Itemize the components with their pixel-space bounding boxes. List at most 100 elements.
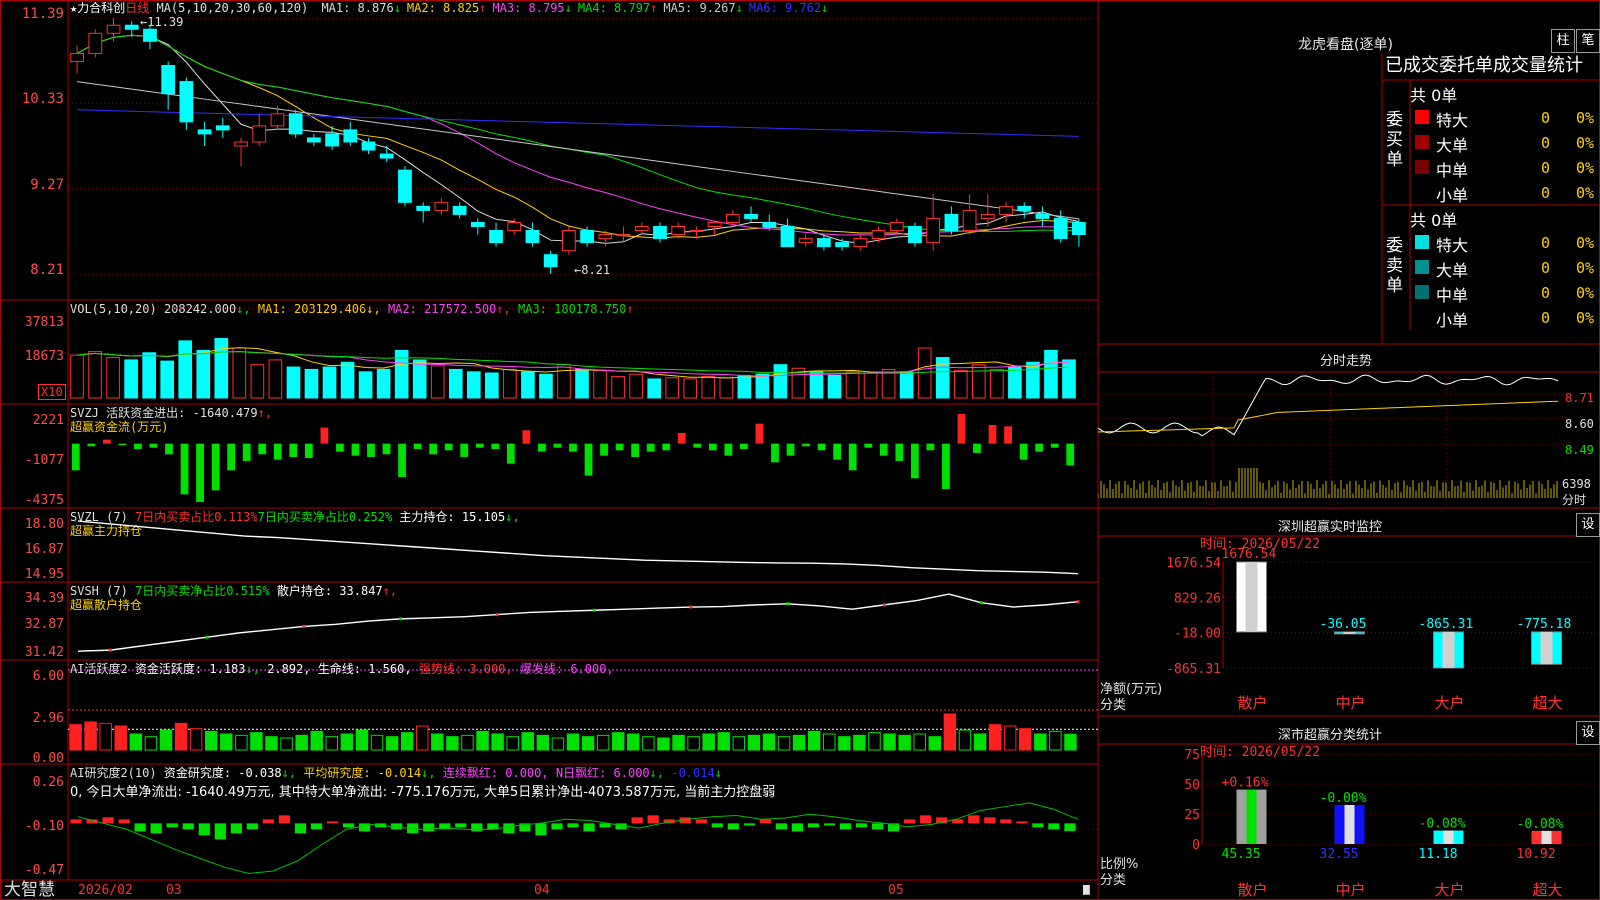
svzj-bar-28 <box>506 443 515 464</box>
lhb-pen-button[interactable]: 笔 <box>1576 29 1600 53</box>
ai-act-bar-50 <box>823 733 836 751</box>
ai-res-bar-2 <box>102 817 114 824</box>
ai-res-bar-53 <box>920 815 932 824</box>
lhb-buy-count-2: 0 <box>1541 159 1551 177</box>
svzj-bar-53 <box>895 443 904 461</box>
vol-bar-28 <box>575 368 589 399</box>
ai-act-tick-1: 2.96 <box>32 711 64 726</box>
ai-res-bar-5 <box>150 823 162 834</box>
svsh-tick-1: 32.87 <box>24 617 64 632</box>
svzj-bar-27 <box>491 443 500 449</box>
ai-research-chart[interactable] <box>68 766 1098 880</box>
sz-mon-bar-shade-3 <box>1540 631 1553 665</box>
ai-res-tick-1: -0.10 <box>24 819 64 834</box>
svsh-dot-25 <box>882 603 886 607</box>
svzj-bar-50 <box>848 443 857 471</box>
ai-res-bar-59 <box>1016 821 1028 824</box>
vol-bar-12 <box>286 366 301 399</box>
ai-act-bar-51 <box>838 736 851 751</box>
sz-class-value-3: 10.92 <box>1517 847 1556 862</box>
ai-act-bar-18 <box>340 733 354 751</box>
volume-chart[interactable] <box>68 304 1098 400</box>
svsh-chart[interactable] <box>68 584 1098 660</box>
candlestick-chart[interactable] <box>68 14 1098 284</box>
stock-name[interactable]: ★力合科创 <box>70 1 125 15</box>
sz-mon-tick-1: 829.26 <box>1174 591 1221 606</box>
ma-arrow-5: ↓ <box>735 1 743 15</box>
sz-class-tick-2: 25 <box>1184 808 1200 823</box>
candle-body-9 <box>234 141 248 147</box>
ai-res-bar-15 <box>310 823 323 830</box>
candle-body-38 <box>762 221 777 228</box>
ai-act-bar-12 <box>250 732 263 751</box>
svzj-chart[interactable] <box>68 406 1098 506</box>
vol-bar-43 <box>845 371 860 399</box>
svzj-bar-52 <box>879 443 888 456</box>
ai-act-bar-13 <box>265 736 278 751</box>
lhb-sell-count-2: 0 <box>1541 284 1551 302</box>
sz-class-change-1: -0.00% <box>1320 791 1367 806</box>
svzj-bar-29 <box>522 430 531 444</box>
sz-monitor-chart[interactable]: 1676.54 829.26 -18.00 -865.31 1676.54 散户 -36.0… <box>1098 536 1600 716</box>
ai-act-bar-19 <box>355 729 369 751</box>
ai-act-bar-62 <box>1003 725 1017 751</box>
vol-bar-31 <box>629 373 643 399</box>
ai-res-bar-32 <box>583 823 595 832</box>
ma-arrow-4: ↑ <box>650 1 658 15</box>
ai-res-bar-42 <box>743 823 755 826</box>
svzj-bar-41 <box>708 443 717 451</box>
ai-res-bar-16 <box>326 821 339 824</box>
svsh-tick-0: 34.39 <box>24 591 64 606</box>
sz-class-chart[interactable]: 75 50 25 0 +0.16% 45.35 散户 -0.00% 32.55 中户 -0.08% 1… <box>1098 744 1600 900</box>
candle-body-39 <box>780 226 795 248</box>
ai-res-bar-3 <box>118 819 130 824</box>
ai-res-bar-22 <box>423 823 435 832</box>
candle-body-17 <box>379 153 394 159</box>
ai-act-bar-65 <box>1049 730 1062 751</box>
vol-bar-4 <box>142 352 156 399</box>
sz-class-y-axis-name: 比例% <box>1100 857 1139 872</box>
ai-res-bar-7 <box>182 823 194 830</box>
svzj-bar-11 <box>242 443 251 461</box>
date-label-3: 05 <box>888 883 904 898</box>
vol-bar-54 <box>1044 349 1058 399</box>
main-y-tick-1: 10.33 <box>21 91 64 108</box>
ma-item-5: MA5: 9.267↓ <box>663 1 743 15</box>
vol-bar-51 <box>990 368 1004 399</box>
period-label[interactable]: 日线 <box>125 1 149 15</box>
ai-act-bar-4 <box>129 733 143 751</box>
main-y-tick-2: 9.27 <box>30 176 64 193</box>
ai-res-bar-61 <box>1048 823 1060 830</box>
ai-res-bar-27 <box>503 823 515 834</box>
intraday-chart[interactable] <box>1098 372 1568 508</box>
lock-icon[interactable]: ▆ <box>1083 883 1090 894</box>
vol-bar-41 <box>809 371 824 399</box>
sz-class-settings-button[interactable]: 设 <box>1576 721 1600 745</box>
svzj-bar-38 <box>662 443 671 451</box>
lhb-buy-name-0: 特大 <box>1436 111 1469 130</box>
ai-res-bar-14 <box>294 823 307 834</box>
candle-body-54 <box>1053 217 1068 240</box>
svzj-bar-7 <box>180 443 189 495</box>
ma-line-2 <box>76 34 1079 239</box>
lhb-buy-pct-0: 0% <box>1576 109 1595 127</box>
ai-res-bar-35 <box>631 817 643 824</box>
main-header: ★力合科创日线 MA(5,10,20,30,60,120) MA1: 8.876… <box>70 1 828 15</box>
vol-bar-46 <box>899 371 914 399</box>
ai-act-bar-34 <box>581 736 595 751</box>
vol-bar-26 <box>539 373 553 399</box>
lhb-sell-count-3: 0 <box>1541 309 1551 327</box>
ai-res-bar-9 <box>214 823 226 840</box>
ai-res-bar-46 <box>807 823 820 828</box>
sz-monitor-settings-button[interactable]: 设 <box>1576 513 1600 537</box>
svzl-chart[interactable] <box>68 510 1098 582</box>
candle-body-12 <box>288 113 303 135</box>
ai-act-bar-24 <box>431 733 444 751</box>
ai-activity-chart[interactable] <box>68 662 1098 764</box>
ai-act-bar-10 <box>220 733 233 751</box>
lhb-bar-button[interactable]: 柱 <box>1551 29 1575 53</box>
sz-mon-tick-0: 1676.54 <box>1166 556 1221 571</box>
ai-res-bar-47 <box>823 823 836 826</box>
candle-body-1 <box>88 32 103 54</box>
ai-act-bar-20 <box>370 734 384 751</box>
